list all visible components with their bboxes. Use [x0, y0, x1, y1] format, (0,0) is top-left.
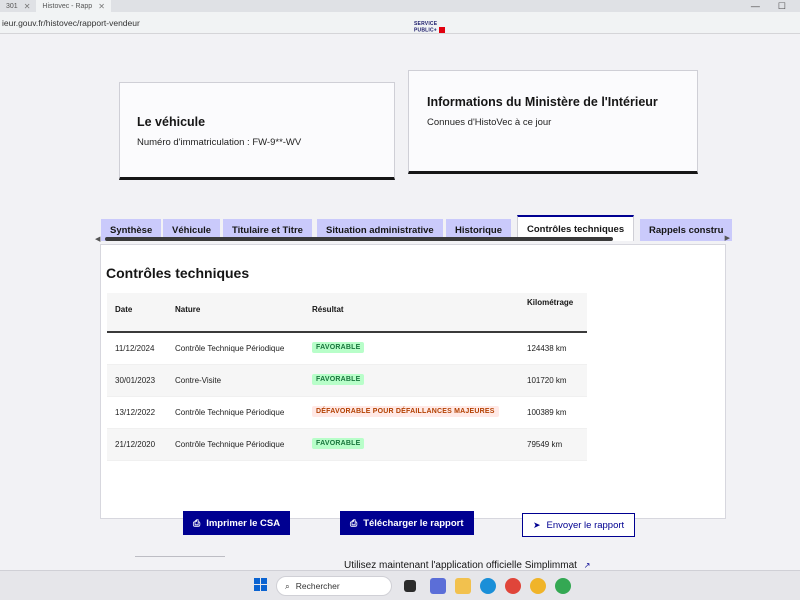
- cell-nature: Contrôle Technique Périodique: [175, 344, 285, 353]
- cell-date: 11/12/2024: [115, 344, 155, 353]
- vehicle-card-title: Le véhicule: [137, 115, 206, 129]
- browser-tab[interactable]: 301 ✕: [0, 0, 36, 12]
- send-report-label: Envoyer le rapport: [546, 519, 625, 531]
- chrome-icon[interactable]: [555, 578, 571, 594]
- cell-km: 124438 km: [527, 344, 567, 353]
- scroll-right-icon[interactable]: ▶: [725, 234, 730, 242]
- status-badge: FAVORABLE: [312, 342, 365, 353]
- cell-km: 100389 km: [527, 408, 567, 417]
- service-public-logo: SERVICE PUBLIC+: [414, 22, 445, 33]
- browser-tab-strip: 301 ✕ Histovec - Rapp ✕ — ☐: [0, 0, 800, 12]
- status-badge: FAVORABLE: [312, 374, 365, 385]
- browser-tab-label: 301: [6, 2, 18, 10]
- scroll-left-icon[interactable]: ◀: [95, 235, 100, 243]
- url-text[interactable]: ieur.gouv.fr/histovec/rapport-vendeur: [2, 18, 140, 28]
- header-result: Résultat: [312, 305, 344, 314]
- address-bar[interactable]: ieur.gouv.fr/histovec/rapport-vendeur: [0, 12, 800, 34]
- status-badge: FAVORABLE: [312, 438, 365, 449]
- header-km: Kilométrage: [527, 298, 574, 307]
- printer-icon: ⎙: [350, 517, 358, 528]
- external-link-icon: ↗: [583, 561, 591, 570]
- table-row: 11/12/2024 Contrôle Technique Périodique…: [107, 333, 587, 365]
- edge-icon[interactable]: [480, 578, 496, 594]
- status-badge: DÉFAVORABLE POUR DÉFAILLANCES MAJEURES: [312, 406, 499, 417]
- download-report-button[interactable]: ⎙ Télécharger le rapport: [340, 511, 474, 535]
- window-controls: — ☐: [751, 1, 800, 12]
- file-explorer-icon[interactable]: [455, 578, 471, 594]
- minimize-icon[interactable]: —: [751, 1, 760, 12]
- browser-tab-label: Histovec - Rapp: [42, 2, 93, 10]
- tabs-scrollbar[interactable]: ◀ ▶: [95, 235, 730, 243]
- cell-nature: Contrôle Technique Périodique: [175, 440, 285, 449]
- print-csa-button[interactable]: ⎙ Imprimer le CSA: [183, 511, 291, 535]
- cell-km: 101720 km: [527, 376, 567, 385]
- table-header: Date Nature Résultat Kilométrage: [107, 293, 587, 333]
- ministry-card-subtitle: Connues d'HistoVec à ce jour: [427, 117, 552, 128]
- car-illustration: [135, 556, 225, 570]
- send-report-button[interactable]: ➤ Envoyer le rapport: [522, 513, 636, 537]
- chrome-icon[interactable]: [505, 578, 521, 594]
- print-csa-label: Imprimer le CSA: [206, 517, 281, 529]
- controles-table: Date Nature Résultat Kilométrage 11/12/2…: [107, 293, 587, 461]
- chrome-icon[interactable]: [530, 578, 546, 594]
- cell-date: 13/12/2022: [115, 408, 156, 417]
- header-nature: Nature: [175, 305, 201, 314]
- close-icon[interactable]: ✕: [24, 2, 31, 11]
- cell-date: 30/01/2023: [115, 376, 156, 385]
- os-taskbar: ⌕ Rechercher: [0, 570, 800, 600]
- logo-mark-icon: [438, 27, 445, 33]
- cell-date: 21/12/2020: [115, 440, 156, 449]
- table-row: 13/12/2022 Contrôle Technique Périodique…: [107, 397, 587, 429]
- cell-nature: Contrôle Technique Périodique: [175, 408, 285, 417]
- app-icon[interactable]: [430, 578, 446, 594]
- cell-km: 79549 km: [527, 440, 563, 449]
- windows-start-icon[interactable]: [254, 578, 268, 592]
- download-report-label: Télécharger le rapport: [363, 517, 464, 529]
- close-icon[interactable]: ✕: [98, 2, 105, 11]
- page: SERVICE PUBLIC+ Le véhicule Numéro d'imm…: [0, 22, 800, 571]
- ministry-card-title: Informations du Ministère de l'Intérieur: [427, 95, 658, 109]
- task-view-icon[interactable]: [404, 580, 416, 592]
- taskbar-search[interactable]: ⌕ Rechercher: [276, 576, 392, 596]
- printer-icon: ⎙: [193, 517, 201, 528]
- taskbar-search-label: Rechercher: [295, 581, 340, 591]
- maximize-icon[interactable]: ☐: [778, 1, 786, 12]
- table-row: 21/12/2020 Contrôle Technique Périodique…: [107, 429, 587, 461]
- logo-line-2: PUBLIC+: [414, 27, 437, 34]
- browser-tab-active[interactable]: Histovec - Rapp ✕: [36, 0, 111, 12]
- ministry-card: Informations du Ministère de l'Intérieur…: [408, 70, 698, 174]
- cell-nature: Contre-Visite: [175, 376, 222, 385]
- send-icon: ➤: [533, 519, 541, 530]
- search-icon: ⌕: [285, 580, 290, 591]
- controles-panel: Contrôles techniques Date Nature Résulta…: [100, 244, 726, 519]
- scrollbar-thumb[interactable]: [105, 237, 613, 241]
- registration-number: Numéro d'immatriculation : FW-9**-WV: [137, 137, 302, 148]
- panel-title: Contrôles techniques: [106, 265, 250, 281]
- table-row: 30/01/2023 Contre-Visite FAVORABLE 10172…: [107, 365, 587, 397]
- vehicle-card: Le véhicule Numéro d'immatriculation : F…: [119, 82, 395, 180]
- header-date: Date: [115, 305, 133, 314]
